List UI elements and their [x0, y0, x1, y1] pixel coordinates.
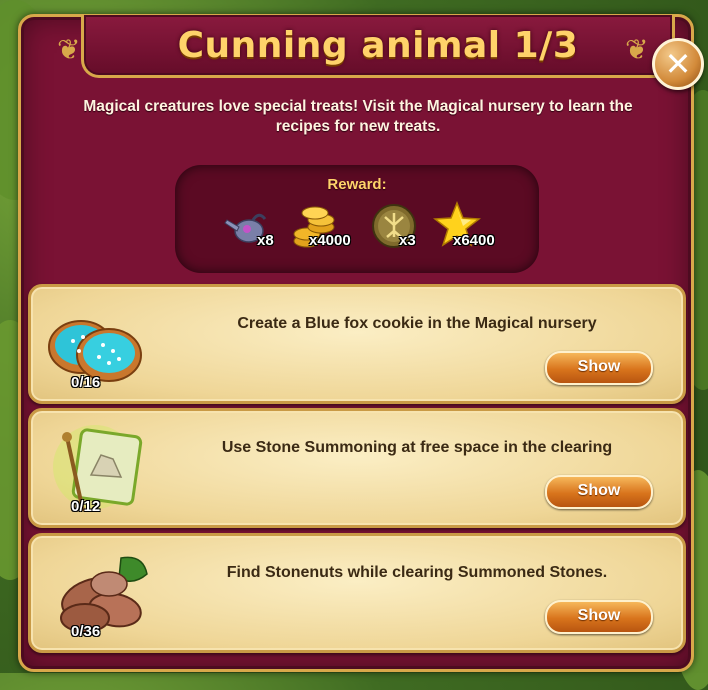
reward-amount: x8: [257, 232, 274, 249]
task-progress: 0/12: [71, 498, 101, 515]
reward-amount: x4000: [309, 232, 351, 249]
reward-item: x6400: [433, 201, 509, 261]
task-text: Use Stone Summoning at free space in the…: [221, 439, 613, 456]
reward-amount: x3: [399, 232, 416, 249]
flourish-right-icon: ❦: [625, 34, 649, 65]
reward-label: Reward:: [327, 176, 387, 193]
reward-amount: x6400: [453, 232, 495, 249]
task-row: Use Stone Summoning at free space in the…: [28, 408, 686, 528]
reward-item: x3: [371, 204, 431, 261]
reward-item: x8: [223, 205, 283, 261]
close-button[interactable]: ✕: [652, 38, 704, 90]
window-title: Cunning animal 1/3: [177, 24, 579, 66]
show-button[interactable]: Show: [545, 475, 653, 509]
reward-item: x4000: [291, 205, 361, 261]
title-banner: Cunning animal 1/3: [81, 15, 675, 78]
flourish-left-icon: ❦: [57, 34, 81, 65]
task-row: Find Stonenuts while clearing Summoned S…: [28, 533, 686, 653]
show-button[interactable]: Show: [545, 351, 653, 385]
task-progress: 0/36: [71, 623, 101, 640]
task-text: Create a Blue fox cookie in the Magical …: [237, 315, 597, 332]
task-progress: 0/16: [71, 374, 101, 391]
reward-panel: Reward: x8 x4000 x3 x6400: [175, 165, 539, 273]
show-button[interactable]: Show: [545, 600, 653, 634]
task-text: Find Stonenuts while clearing Summoned S…: [226, 564, 608, 581]
task-row: Create a Blue fox cookie in the Magical …: [28, 284, 686, 404]
quest-description: Magical creatures love special treats! V…: [83, 98, 633, 135]
